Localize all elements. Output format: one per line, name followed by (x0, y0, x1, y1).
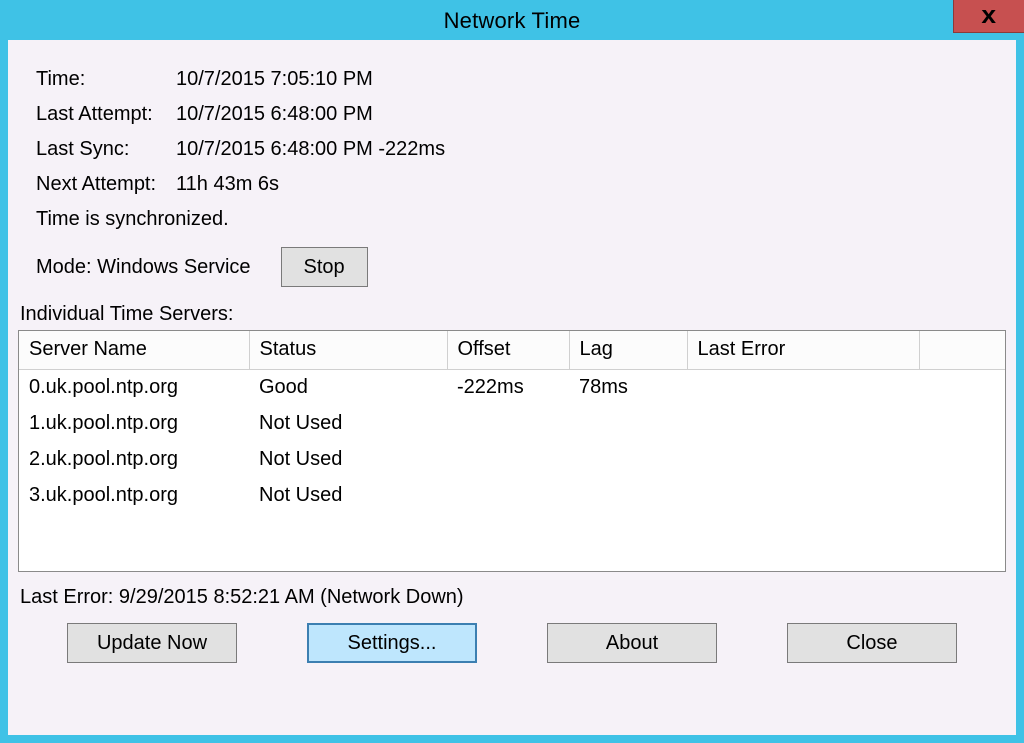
cell-last-error (687, 405, 919, 441)
last-error-line: Last Error: 9/29/2015 8:52:21 AM (Networ… (20, 586, 1006, 609)
next-attempt-row: Next Attempt: 11h 43m 6s (36, 173, 988, 196)
cell-server-name: 0.uk.pool.ntp.org (19, 369, 249, 405)
cell-offset (447, 405, 569, 441)
cell-server-name: 3.uk.pool.ntp.org (19, 477, 249, 513)
close-button[interactable]: Close (787, 623, 957, 663)
last-sync-row: Last Sync: 10/7/2015 6:48:00 PM -222ms (36, 138, 988, 161)
cell-status: Not Used (249, 477, 447, 513)
cell-offset: -222ms (447, 369, 569, 405)
settings-button[interactable]: Settings... (307, 623, 477, 663)
table-row[interactable]: 0.uk.pool.ntp.org Good -222ms 78ms (19, 369, 1005, 405)
stop-button[interactable]: Stop (281, 247, 368, 287)
col-last-error[interactable]: Last Error (687, 331, 919, 369)
col-offset[interactable]: Offset (447, 331, 569, 369)
col-status[interactable]: Status (249, 331, 447, 369)
cell-lag (569, 477, 687, 513)
cell-status: Not Used (249, 405, 447, 441)
window-frame: Network Time x Time: 10/7/2015 7:05:10 P… (0, 0, 1024, 743)
close-window-button[interactable]: x (953, 0, 1024, 33)
cell-offset (447, 441, 569, 477)
about-button[interactable]: About (547, 623, 717, 663)
table-row[interactable]: 1.uk.pool.ntp.org Not Used (19, 405, 1005, 441)
client-area: Time: 10/7/2015 7:05:10 PM Last Attempt:… (8, 40, 1016, 675)
last-attempt-value: 10/7/2015 6:48:00 PM (176, 103, 373, 126)
col-padding (919, 331, 1005, 369)
info-block: Time: 10/7/2015 7:05:10 PM Last Attempt:… (18, 48, 1006, 287)
cell-server-name: 2.uk.pool.ntp.org (19, 441, 249, 477)
time-row: Time: 10/7/2015 7:05:10 PM (36, 68, 988, 91)
cell-lag (569, 441, 687, 477)
servers-table: Server Name Status Offset Lag Last Error… (19, 331, 1005, 513)
next-attempt-value: 11h 43m 6s (176, 173, 279, 196)
update-now-button[interactable]: Update Now (67, 623, 237, 663)
time-label: Time: (36, 68, 176, 91)
table-row[interactable]: 2.uk.pool.ntp.org Not Used (19, 441, 1005, 477)
mode-row: Mode: Windows Service Stop (36, 247, 988, 287)
cell-lag (569, 405, 687, 441)
sync-status: Time is synchronized. (36, 208, 988, 231)
servers-table-wrap: Server Name Status Offset Lag Last Error… (18, 330, 1006, 572)
col-lag[interactable]: Lag (569, 331, 687, 369)
last-attempt-row: Last Attempt: 10/7/2015 6:48:00 PM (36, 103, 988, 126)
mode-label: Mode: Windows Service (36, 256, 251, 279)
col-server-name[interactable]: Server Name (19, 331, 249, 369)
cell-last-error (687, 369, 919, 405)
table-row[interactable]: 3.uk.pool.ntp.org Not Used (19, 477, 1005, 513)
cell-status: Not Used (249, 441, 447, 477)
last-sync-label: Last Sync: (36, 138, 176, 161)
table-header-row: Server Name Status Offset Lag Last Error (19, 331, 1005, 369)
bottom-button-bar: Update Now Settings... About Close (18, 621, 1006, 667)
servers-heading: Individual Time Servers: (20, 303, 1006, 326)
cell-last-error (687, 477, 919, 513)
cell-last-error (687, 441, 919, 477)
last-attempt-label: Last Attempt: (36, 103, 176, 126)
cell-offset (447, 477, 569, 513)
cell-server-name: 1.uk.pool.ntp.org (19, 405, 249, 441)
cell-status: Good (249, 369, 447, 405)
time-value: 10/7/2015 7:05:10 PM (176, 68, 373, 91)
window-title: Network Time (444, 6, 581, 34)
next-attempt-label: Next Attempt: (36, 173, 176, 196)
close-icon: x (982, 4, 997, 28)
last-sync-value: 10/7/2015 6:48:00 PM -222ms (176, 138, 445, 161)
cell-lag: 78ms (569, 369, 687, 405)
titlebar[interactable]: Network Time x (0, 0, 1024, 40)
